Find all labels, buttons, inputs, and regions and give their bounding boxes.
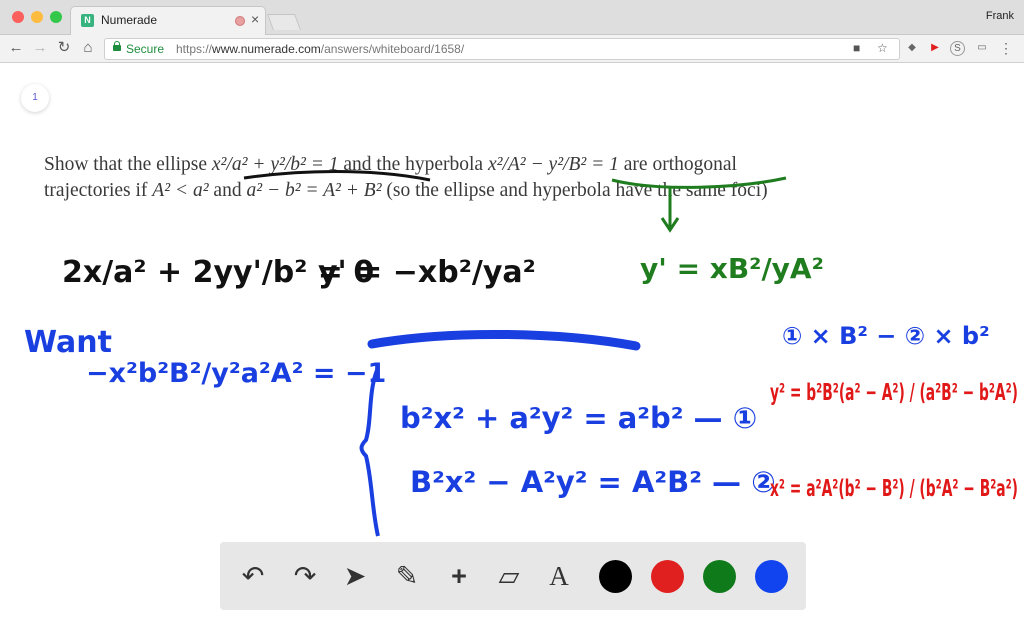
color-swatch-blue[interactable] [755, 560, 788, 593]
whiteboard-canvas[interactable]: 2x/a² + 2yy'/b² = 0 y' = −xb²/ya² y' = x… [0, 0, 1024, 620]
eraser-icon[interactable]: ▱ [492, 559, 526, 593]
ink-green-slope: y' = xB²/yA² [640, 252, 824, 285]
drawing-toolbar: ↶ ↷ ➤ ✎ + ▱ A [220, 542, 806, 610]
color-swatch-green[interactable] [703, 560, 736, 593]
ink-ellipse-underline [243, 170, 431, 182]
undo-icon[interactable]: ↶ [236, 559, 270, 593]
pencil-icon[interactable]: ✎ [390, 559, 424, 593]
ink-blue-scribble [367, 329, 641, 351]
ink-blue-system-eq1: b²x² + a²y² = a²b² — ① [400, 401, 757, 435]
text-icon[interactable]: A [542, 559, 576, 593]
color-swatch-red[interactable] [651, 560, 684, 593]
ink-green-arrow [660, 188, 680, 233]
color-swatch-black[interactable] [599, 560, 632, 593]
redo-icon[interactable]: ↷ [288, 559, 322, 593]
plus-icon[interactable]: + [442, 559, 476, 593]
ink-red-x-squared: x² = a²A²(b² − B²) / (b²A² − B²a²) [770, 476, 1018, 502]
ink-blue-fraction: −x²b²B²/y²a²A² = −1 [86, 358, 386, 389]
ink-blue-want: Want [24, 325, 112, 360]
ink-red-y-squared: y² = b²B²(a² − A²) / (a²B² − b²A²) [770, 380, 1018, 406]
ink-blue-brace [359, 367, 380, 537]
pointer-icon[interactable]: ➤ [338, 559, 372, 593]
ink-hyperbola-underline [611, 176, 787, 189]
ink-black-slope: y' = −xb²/ya² [318, 255, 536, 290]
ink-blue-combination: ① × B² − ② × b² [782, 322, 990, 350]
ink-blue-system-eq2: B²x² − A²y² = A²B² — ② [410, 465, 776, 499]
